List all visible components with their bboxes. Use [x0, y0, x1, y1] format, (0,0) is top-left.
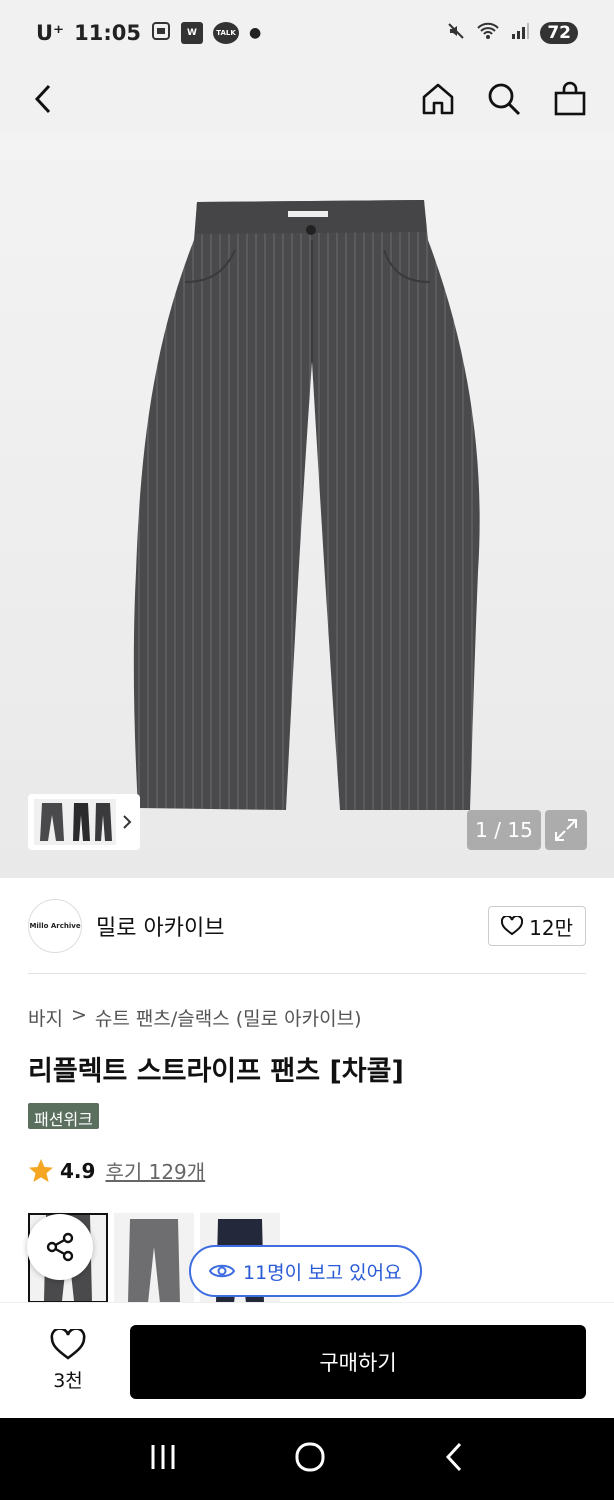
- home-button[interactable]: [418, 79, 458, 119]
- breadcrumb-separator: >: [70, 1004, 87, 1026]
- expand-icon: [555, 819, 577, 841]
- brand-row[interactable]: Millo Archive 밀로 아카이브 12만: [0, 878, 614, 974]
- home-icon: [422, 83, 454, 115]
- top-nav: [0, 66, 614, 132]
- home-system-button[interactable]: [294, 1441, 326, 1477]
- carrier-label: U⁺: [36, 21, 65, 45]
- product-title: 리플렉트 스트라이프 팬츠 [차콜]: [28, 1056, 404, 1087]
- brand-logo[interactable]: Millo Archive: [28, 899, 82, 953]
- purchase-bar: 3천 구매하기: [0, 1302, 614, 1418]
- battery-indicator: 72: [540, 22, 578, 44]
- back-system-button[interactable]: [442, 1441, 466, 1477]
- heart-icon: [501, 916, 524, 936]
- wishlist-button[interactable]: 3천: [38, 1327, 98, 1393]
- breadcrumb-subcategory[interactable]: 슈트 팬츠/슬랙스 (밀로 아카이브): [95, 1004, 362, 1031]
- breadcrumb-category[interactable]: 바지: [28, 1004, 63, 1031]
- rating-row[interactable]: 4.9 후기 129개: [28, 1156, 205, 1185]
- breadcrumb: 바지 > 슈트 팬츠/슬랙스 (밀로 아카이브): [28, 1004, 361, 1031]
- chevron-left-icon: [34, 84, 51, 114]
- star-icon: [29, 1158, 53, 1182]
- thumbnail-pants-image: [34, 799, 116, 845]
- image-counter: 1 / 15: [467, 810, 541, 850]
- wishlist-count: 3천: [53, 1370, 83, 1392]
- clock: 11:05: [74, 21, 141, 45]
- expand-button[interactable]: [545, 810, 587, 850]
- viewers-text: 11명이 보고 있어요: [243, 1261, 402, 1284]
- signal-icon: [510, 21, 530, 46]
- product-image-carousel[interactable]: [0, 132, 614, 878]
- notification-dot-icon: ●: [249, 25, 262, 41]
- heart-icon: [50, 1327, 86, 1360]
- screenshot-icon: [151, 21, 171, 46]
- divider: [28, 973, 586, 974]
- home-circle-icon: [295, 1442, 325, 1472]
- brand-name[interactable]: 밀로 아카이브: [96, 910, 224, 942]
- share-button[interactable]: [27, 1214, 93, 1280]
- share-icon: [46, 1232, 74, 1262]
- reviews-link[interactable]: 후기 129개: [105, 1156, 205, 1185]
- mute-icon: [446, 21, 466, 46]
- brand-like-button[interactable]: 12만: [488, 906, 586, 946]
- chevron-right-icon: [123, 815, 132, 829]
- rating-score: 4.9: [60, 1158, 96, 1183]
- status-bar: U⁺ 11:05 W TALK ● 72: [0, 0, 614, 66]
- event-tag: 패션위크: [28, 1103, 99, 1129]
- pants-image: [133, 200, 480, 810]
- brand-like-count: 12만: [529, 915, 573, 940]
- kakaotalk-icon: TALK: [213, 22, 239, 44]
- recent-apps-button[interactable]: [148, 1443, 178, 1475]
- color-option-gray[interactable]: [114, 1213, 194, 1303]
- image-thumbnail-strip[interactable]: [28, 794, 140, 850]
- shopping-bag-icon: [554, 81, 586, 116]
- system-nav-bar: [0, 1418, 614, 1500]
- search-button[interactable]: [484, 79, 524, 119]
- wifi-icon: [476, 21, 500, 46]
- search-icon: [488, 83, 521, 116]
- recent-apps-icon: [151, 1445, 175, 1469]
- w-app-icon: W: [181, 22, 203, 44]
- buy-button[interactable]: 구매하기: [130, 1325, 586, 1399]
- eye-icon: [209, 1264, 235, 1278]
- viewers-badge: 11명이 보고 있어요: [189, 1245, 422, 1297]
- cart-button[interactable]: [550, 79, 590, 119]
- back-arrow-icon: [445, 1442, 462, 1472]
- back-button[interactable]: [24, 79, 64, 119]
